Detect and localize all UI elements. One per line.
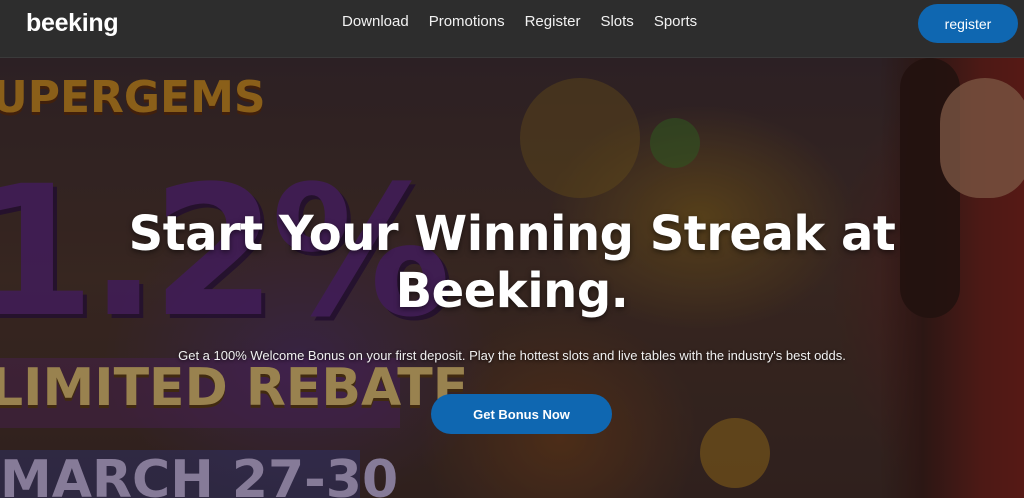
nav-sports[interactable]: Sports (654, 13, 697, 31)
hero-title: Start Your Winning Streak at Beeking. (0, 206, 1024, 320)
hero-subtitle: Get a 100% Welcome Bonus on your first d… (178, 348, 846, 363)
nav-slots[interactable]: Slots (600, 13, 633, 31)
get-bonus-button[interactable]: Get Bonus Now (431, 394, 612, 434)
nav-register[interactable]: Register (525, 13, 581, 31)
hero-banner: UPERGEMS 1.2% LIMITED REBATE MARCH 27-30… (0, 58, 1024, 498)
top-navbar: beeking Download Promotions Register Slo… (0, 0, 1024, 58)
hero-title-line2: Beeking. (395, 263, 629, 319)
register-button[interactable]: register (918, 4, 1018, 43)
site-logo[interactable]: beeking (26, 9, 119, 38)
nav-promotions[interactable]: Promotions (429, 13, 505, 31)
main-nav: Download Promotions Register Slots Sport… (342, 13, 697, 31)
nav-download[interactable]: Download (342, 13, 409, 31)
hero-title-line1: Start Your Winning Streak at (128, 206, 896, 262)
